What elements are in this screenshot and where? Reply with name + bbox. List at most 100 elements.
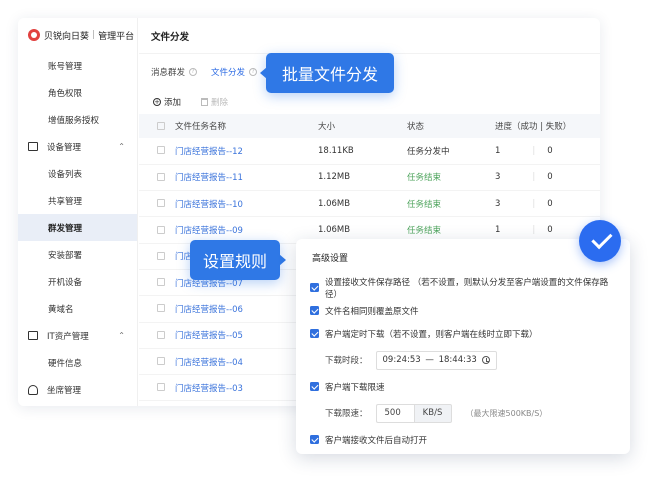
progress-divider: | — [532, 225, 536, 236]
trash-icon — [201, 98, 209, 106]
row-checkbox[interactable] — [157, 172, 165, 181]
row-checkbox[interactable] — [157, 199, 165, 208]
sidebar-item-device-list[interactable]: 设备列表 — [18, 160, 137, 187]
sidebar-item-mass-send[interactable]: 群发管理 — [18, 214, 137, 241]
progress-divider: | — [532, 198, 536, 209]
brand: 贝锐向日葵 | 管理平台 — [18, 18, 137, 52]
fail-count: 0 — [547, 198, 553, 209]
row-checkbox[interactable] — [157, 278, 165, 287]
task-name-link[interactable]: 门店经营报告--10 — [175, 200, 243, 210]
help-icon: ? — [189, 68, 198, 76]
server-icon — [28, 331, 38, 340]
sidebar-item-value-added[interactable]: 增值服务授权 — [18, 106, 137, 133]
success-count: 1 — [495, 145, 501, 156]
row-checkbox[interactable] — [157, 330, 165, 339]
option-label: 客户端下载限速 — [325, 382, 385, 393]
sidebar-item-label: 开机设备 — [48, 277, 83, 288]
checkbox-checked[interactable] — [310, 382, 319, 391]
select-all-checkbox[interactable] — [157, 121, 165, 130]
option-save-path[interactable]: 设置接收文件保存路径 （若不设置，则默认分发至客户端设置的文件保存路径） — [310, 276, 616, 300]
add-button[interactable]: + 添加 — [153, 96, 181, 108]
fail-count: 0 — [547, 172, 553, 183]
task-status: 任务分发中 — [407, 138, 495, 165]
row-checkbox[interactable] — [157, 225, 165, 234]
sidebar-item-account[interactable]: 账号管理 — [18, 52, 137, 79]
sidebar-item-boot-devices[interactable]: 开机设备 — [18, 268, 137, 295]
option-auto-open[interactable]: 客户端接收文件后自动打开 — [310, 428, 616, 451]
toolbar: + 添加 删除 — [139, 90, 600, 114]
table-row[interactable]: 门店经营报告--10 1.06MB 任务结束 3 | 0 — [139, 190, 600, 218]
task-name-link[interactable]: 门店经营报告--05 — [175, 331, 243, 341]
sidebar-group-devices[interactable]: 设备管理 ⌃ — [18, 133, 137, 160]
task-size: 1.12MB — [318, 164, 407, 192]
checkbox-checked[interactable] — [310, 306, 319, 315]
sidebar-item-label: 设备列表 — [48, 169, 83, 180]
check-icon — [590, 227, 613, 249]
progress-divider: | — [532, 145, 536, 156]
sidebar-item-roles[interactable]: 角色权限 — [18, 79, 137, 106]
sidebar-item-label: 硬件信息 — [48, 358, 83, 369]
task-status: 任务结束 — [407, 164, 495, 192]
task-name-link[interactable]: 门店经营报告--07 — [175, 279, 243, 289]
tab-label: 消息群发 — [151, 68, 186, 78]
sidebar-group-it-assets[interactable]: IT资产管理 ⌃ — [18, 322, 137, 349]
headset-icon — [28, 384, 38, 395]
checkbox-checked[interactable] — [310, 329, 319, 338]
option-overwrite[interactable]: 文件名相同则覆盖原文件 — [310, 299, 616, 322]
plus-circle-icon: + — [153, 98, 161, 106]
fail-count: 0 — [547, 145, 553, 156]
option-speed-limit[interactable]: 客户端下载限速 — [310, 375, 616, 398]
task-name-link[interactable]: 门店经营报告--11 — [175, 173, 243, 183]
row-checkbox[interactable] — [157, 383, 165, 392]
option-label: 文件名相同则覆盖原文件 — [325, 306, 419, 317]
table-row[interactable]: 门店经营报告--12 18.11KB 任务分发中 1 | 0 — [139, 138, 600, 165]
download-time-row: 下载时段： 09:24:53 — 18:44:33 — [310, 345, 616, 375]
speed-limit-row: 下载限速： 500 KB/S （最大限速500KB/S） — [310, 398, 616, 428]
task-size: 1.06MB — [318, 190, 407, 218]
sidebar-group-seats[interactable]: 坐席管理 — [18, 376, 137, 403]
row-checkbox[interactable] — [157, 251, 165, 260]
sidebar-item-domain[interactable]: 黄域名 — [18, 295, 137, 322]
speed-limit-input[interactable]: 500 — [375, 403, 414, 423]
checkbox-checked[interactable] — [310, 435, 319, 444]
sidebar-item-label: 群发管理 — [48, 223, 83, 234]
task-name-link[interactable]: 门店经营报告--06 — [175, 305, 243, 315]
chevron-up-icon: ⌃ — [118, 142, 125, 151]
add-label: 添加 — [164, 98, 182, 108]
task-name-link[interactable]: 门店经营报告--09 — [175, 226, 243, 236]
time-start: 09:24:53 — [382, 355, 421, 365]
task-name-link[interactable]: 门店经营报告--04 — [175, 358, 243, 368]
row-checkbox[interactable] — [157, 304, 165, 313]
sidebar-item-hardware[interactable]: 硬件信息 — [18, 349, 137, 376]
monitor-icon — [28, 142, 38, 151]
callout-set-rules: 设置规则 — [190, 240, 286, 280]
tab-message-broadcast[interactable]: 消息群发? — [151, 66, 198, 78]
task-name-link[interactable]: 门店经营报告--03 — [175, 384, 243, 394]
sidebar-item-deploy[interactable]: 安装部署 — [18, 241, 137, 268]
column-header-progress: 进度（成功 | 失败） — [495, 122, 572, 132]
option-label: 客户端定时下载（若不设置，则客户端在线时立即下载） — [325, 329, 538, 340]
option-scheduled-download[interactable]: 客户端定时下载（若不设置，则客户端在线时立即下载） — [310, 322, 616, 345]
checkbox-checked[interactable] — [310, 283, 319, 292]
brand-name: 贝锐向日葵 — [44, 31, 90, 42]
time-range-picker[interactable]: 09:24:53 — 18:44:33 — [375, 350, 497, 370]
sidebar-group-label: IT资产管理 — [47, 331, 89, 342]
advanced-settings-panel: 高级设置 设置接收文件保存路径 （若不设置，则默认分发至客户端设置的文件保存路径… — [296, 239, 630, 454]
success-count: 3 — [495, 172, 501, 183]
delete-button[interactable]: 删除 — [201, 96, 228, 108]
task-size: 18.11KB — [318, 138, 407, 165]
sidebar-item-label: 角色权限 — [48, 88, 83, 99]
column-header-size: 大小 — [318, 122, 336, 132]
sidebar-item-label: 共享管理 — [48, 196, 83, 207]
brand-separator: | — [92, 30, 96, 40]
sidebar-group-label: 坐席管理 — [47, 385, 82, 396]
sidebar-item-sharing[interactable]: 共享管理 — [18, 187, 137, 214]
task-name-link[interactable]: 门店经营报告--12 — [175, 147, 243, 157]
table-row[interactable]: 门店经营报告--11 1.12MB 任务结束 3 | 0 — [139, 164, 600, 192]
task-status: 任务结束 — [407, 190, 495, 218]
callout-batch-distribution: 批量文件分发 — [260, 53, 394, 93]
tab-file-distribution[interactable]: 文件分发? — [211, 66, 258, 78]
row-checkbox[interactable] — [157, 146, 165, 155]
time-end: 18:44:33 — [438, 355, 477, 365]
row-checkbox[interactable] — [157, 357, 165, 366]
